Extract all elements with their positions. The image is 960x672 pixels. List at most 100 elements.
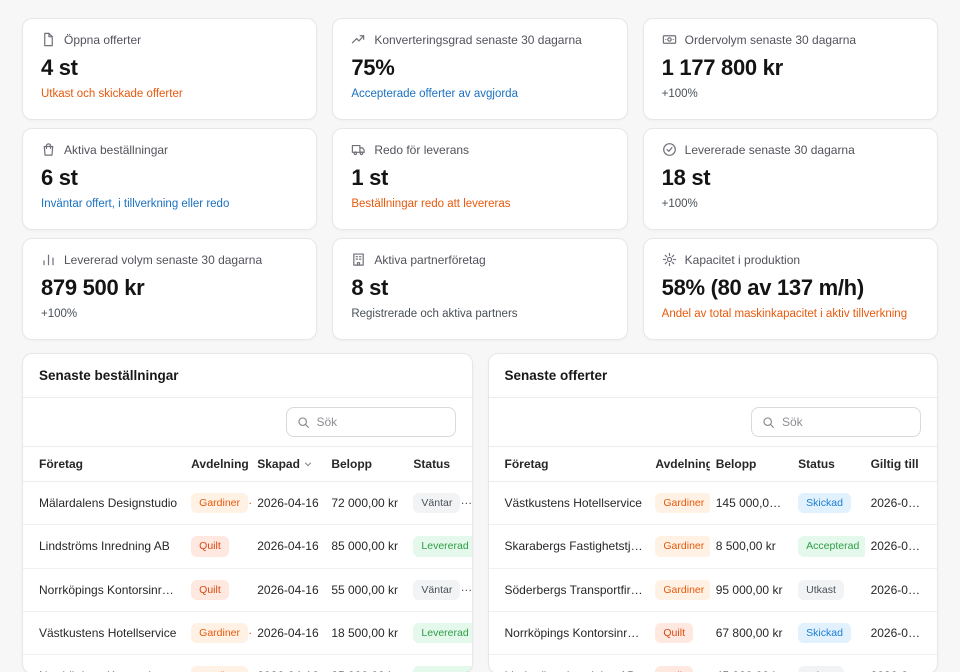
stat-value: 1 177 800 kr bbox=[662, 55, 919, 81]
cell-company: Norrköpings Kontorsinredning bbox=[23, 655, 185, 672]
cell-amount: 8 500,00 kr bbox=[710, 525, 792, 568]
search-icon bbox=[297, 416, 310, 429]
department-badge: Gardiner bbox=[191, 666, 248, 672]
stat-subtitle: Inväntar offert, i tillverkning eller re… bbox=[41, 198, 298, 210]
col-created-sortable[interactable]: Skapad bbox=[251, 447, 325, 482]
cell-status: Levererad bbox=[407, 611, 471, 654]
cell-status: Utkast bbox=[792, 655, 864, 672]
cell-status: Accepterad bbox=[792, 525, 864, 568]
status-badge: Skickad bbox=[798, 493, 851, 513]
cell-department: Gardiner bbox=[185, 655, 251, 672]
trend-up-icon bbox=[351, 32, 366, 47]
col-amount: Belopp bbox=[710, 447, 792, 482]
stat-label: Levererade senaste 30 dagarna bbox=[685, 143, 855, 157]
cell-company: Norrköpings Kontorsinredning bbox=[489, 611, 650, 654]
table-row[interactable]: Lindströms Inredning AB Quilt 2026-04-16… bbox=[23, 525, 472, 568]
status-badge: Väntar bbox=[413, 493, 460, 513]
stat-label: Redo för leverans bbox=[374, 143, 469, 157]
department-badge: Gardiner bbox=[191, 623, 248, 643]
stat-label: Kapacitet i produktion bbox=[685, 253, 800, 267]
cell-company: Västkustens Hotellservice bbox=[489, 482, 650, 525]
col-status: Status bbox=[407, 447, 471, 482]
stat-value: 8 st bbox=[351, 275, 608, 301]
cell-status: Skickad bbox=[792, 482, 864, 525]
stat-value: 1 st bbox=[351, 165, 608, 191]
col-status: Status bbox=[792, 447, 864, 482]
stat-card-delivered-volume: Levererad volym senaste 30 dagarna 879 5… bbox=[22, 238, 317, 340]
stat-value: 879 500 kr bbox=[41, 275, 298, 301]
cell-status: Väntar bbox=[407, 482, 471, 525]
cell-valid-until: 2026-05-24 bbox=[865, 655, 937, 672]
col-company: Företag bbox=[23, 447, 185, 482]
cell-created: 2026-04-16 bbox=[251, 525, 325, 568]
stat-value: 4 st bbox=[41, 55, 298, 81]
table-row[interactable]: Norrköpings Kontorsinredning Quilt 2026-… bbox=[23, 568, 472, 611]
stat-label: Levererad volym senaste 30 dagarna bbox=[64, 253, 262, 267]
cell-valid-until: 2026-05-10 bbox=[865, 482, 937, 525]
stat-cards-grid: Öppna offerter 4 st Utkast och skickade … bbox=[22, 18, 938, 340]
department-badge: Quilt bbox=[655, 666, 693, 672]
department-badge: Gardiner bbox=[191, 493, 248, 513]
stat-card-delivered-count: Levererade senaste 30 dagarna 18 st +100… bbox=[643, 128, 938, 230]
stat-card-order-volume: Ordervolym senaste 30 dagarna 1 177 800 … bbox=[643, 18, 938, 120]
stat-value: 6 st bbox=[41, 165, 298, 191]
col-department: Avdelning bbox=[185, 447, 251, 482]
bar-chart-icon bbox=[41, 252, 56, 267]
cell-amount: 145 000,00 kr bbox=[710, 482, 792, 525]
status-badge: Levererad bbox=[413, 623, 471, 643]
stat-card-active-orders: Aktiva beställningar 6 st Inväntar offer… bbox=[22, 128, 317, 230]
quotes-panel-title: Senaste offerter bbox=[489, 354, 938, 398]
quotes-table: Företag Avdelning Belopp Status Giltig t… bbox=[489, 447, 938, 672]
cell-amount: 67 800,00 kr bbox=[710, 611, 792, 654]
stat-label: Aktiva beställningar bbox=[64, 143, 168, 157]
department-badge: Quilt bbox=[191, 536, 229, 556]
cell-company: Skarabergs Fastighetstjänst bbox=[489, 525, 650, 568]
status-badge: Levererad bbox=[413, 536, 471, 556]
shopping-bag-icon bbox=[41, 142, 56, 157]
table-row[interactable]: Lindströms Inredning AB Quilt 45 000,00 … bbox=[489, 655, 938, 672]
stat-card-ready-for-delivery: Redo för leverans 1 st Beställningar red… bbox=[332, 128, 627, 230]
stat-card-open-quotes: Öppna offerter 4 st Utkast och skickade … bbox=[22, 18, 317, 120]
cell-company: Mälardalens Designstudio bbox=[23, 482, 185, 525]
stat-value: 18 st bbox=[662, 165, 919, 191]
cell-company: Lindströms Inredning AB bbox=[23, 525, 185, 568]
cell-department: Quilt bbox=[185, 568, 251, 611]
status-badge: Skickad bbox=[798, 623, 851, 643]
file-icon bbox=[41, 32, 56, 47]
orders-panel: Senaste beställningar Företag Avdelning bbox=[22, 353, 473, 672]
cell-valid-until: 2026-05-21 bbox=[865, 568, 937, 611]
stat-label: Aktiva partnerföretag bbox=[374, 253, 485, 267]
table-row[interactable]: Norrköpings Kontorsinredning Quilt 67 80… bbox=[489, 611, 938, 654]
cell-amount: 95 000,00 kr bbox=[710, 568, 792, 611]
cell-department: Gardiner bbox=[185, 482, 251, 525]
stat-card-production-capacity: Kapacitet i produktion 58% (80 av 137 m/… bbox=[643, 238, 938, 340]
table-row[interactable]: Västkustens Hotellservice Gardiner 145 0… bbox=[489, 482, 938, 525]
table-row[interactable]: Söderbergs Transportfirma Gardiner 95 00… bbox=[489, 568, 938, 611]
quotes-header-row: Företag Avdelning Belopp Status Giltig t… bbox=[489, 447, 938, 482]
table-row[interactable]: Västkustens Hotellservice Gardiner 2026-… bbox=[23, 611, 472, 654]
col-company: Företag bbox=[489, 447, 650, 482]
stat-subtitle: Registrerade och aktiva partners bbox=[351, 308, 608, 320]
building-icon bbox=[351, 252, 366, 267]
dashboard-page: Öppna offerter 4 st Utkast och skickade … bbox=[0, 0, 960, 672]
quotes-search-input[interactable] bbox=[782, 415, 910, 429]
cell-department: Gardiner bbox=[649, 568, 709, 611]
table-row[interactable]: Skarabergs Fastighetstjänst Gardiner 8 5… bbox=[489, 525, 938, 568]
stat-subtitle: Accepterade offerter av avgjorda bbox=[351, 88, 608, 100]
table-row[interactable]: Norrköpings Kontorsinredning Gardiner 20… bbox=[23, 655, 472, 672]
col-valid-until: Giltig till bbox=[865, 447, 937, 482]
orders-search-input[interactable] bbox=[317, 415, 445, 429]
cell-department: Quilt bbox=[649, 655, 709, 672]
table-row[interactable]: Mälardalens Designstudio Gardiner 2026-0… bbox=[23, 482, 472, 525]
col-created-label: Skapad bbox=[257, 457, 300, 471]
cell-status: Skickad bbox=[792, 611, 864, 654]
department-badge: Quilt bbox=[655, 623, 693, 643]
stat-subtitle: Beställningar redo att levereras bbox=[351, 198, 608, 210]
quotes-search[interactable] bbox=[751, 407, 921, 437]
orders-search[interactable] bbox=[286, 407, 456, 437]
table-panels: Senaste beställningar Företag Avdelning bbox=[22, 353, 938, 672]
stat-value: 58% (80 av 137 m/h) bbox=[662, 275, 919, 301]
truck-icon bbox=[351, 142, 366, 157]
cell-valid-until: 2026-05-25 bbox=[865, 525, 937, 568]
stat-subtitle: Utkast och skickade offerter bbox=[41, 88, 298, 100]
